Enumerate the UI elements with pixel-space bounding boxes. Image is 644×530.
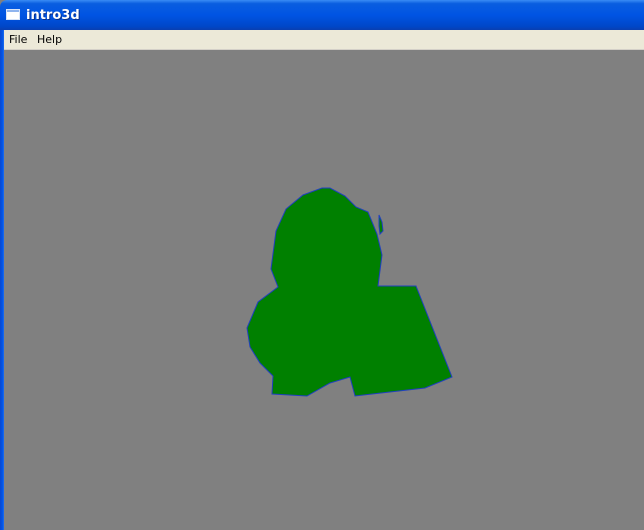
3d-model <box>246 187 453 397</box>
app-window: intro3d File Help <box>0 0 644 530</box>
menu-bar: File Help <box>4 30 644 50</box>
model-head-shape <box>246 187 453 397</box>
app-window-icon <box>6 9 20 20</box>
3d-viewport[interactable] <box>4 51 644 530</box>
menu-help[interactable]: Help <box>34 32 65 48</box>
3d-scene <box>246 187 453 397</box>
window-title: intro3d <box>26 8 80 23</box>
model-ear-fragment <box>378 214 384 236</box>
title-bar[interactable]: intro3d <box>0 0 644 30</box>
menu-file[interactable]: File <box>6 32 30 48</box>
